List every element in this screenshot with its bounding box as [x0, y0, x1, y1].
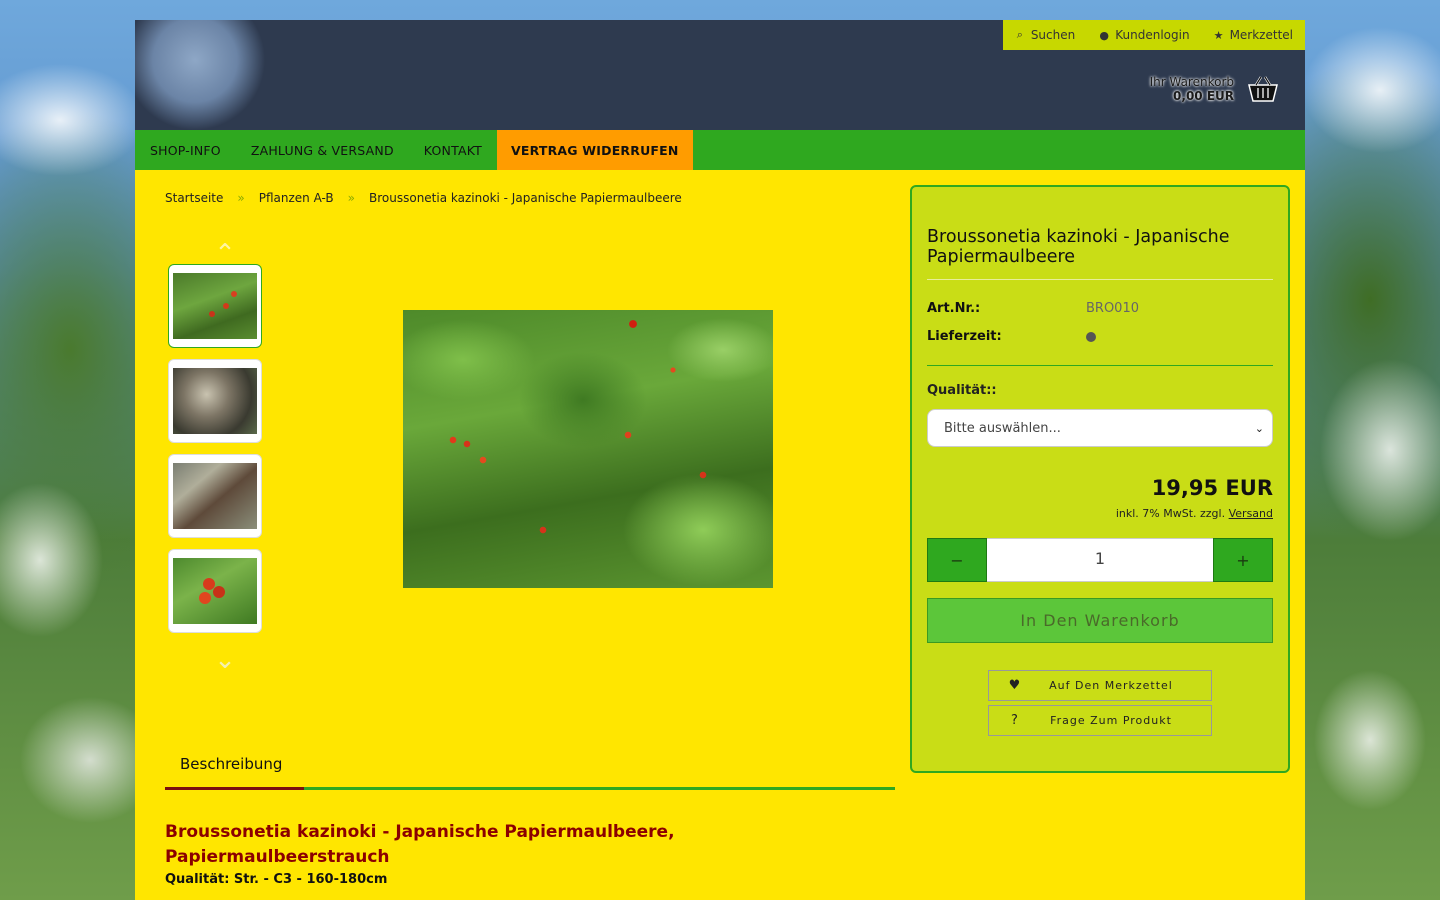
description-title: Broussonetia kazinoki - Japanische Papie… — [165, 822, 675, 867]
breadcrumb-separator: » — [347, 191, 355, 205]
basket-icon[interactable] — [1246, 74, 1280, 104]
product-main-image[interactable] — [403, 310, 773, 588]
chevron-down-icon: ⌄ — [1254, 421, 1264, 435]
tab-bar: Beschreibung — [165, 740, 895, 790]
quality-select[interactable]: Bitte auswählen... ⌄ — [927, 409, 1273, 447]
artnr-value: BRO010 — [1086, 301, 1139, 316]
tax-text: inkl. 7% MwSt. zzgl. — [1115, 507, 1226, 520]
breadcrumb-category[interactable]: Pflanzen A-B — [259, 191, 334, 205]
delivery-row: Lieferzeit: — [927, 329, 1096, 344]
thumbnail-1[interactable] — [168, 264, 262, 348]
thumbnail-list — [168, 264, 262, 644]
tab-description[interactable]: Beschreibung — [165, 740, 304, 790]
wishlist-button-label: Auf Den Merkzettel — [1049, 679, 1173, 692]
divider — [927, 365, 1273, 366]
cart-label: Ihr Warenkorb — [1149, 75, 1234, 89]
top-navigation: ⌕ Suchen ● Kundenlogin ★ Merkzettel — [1002, 20, 1305, 50]
description-quality: Qualität: Str. - C3 - 160-180cm — [165, 872, 388, 887]
user-icon: ● — [1099, 28, 1110, 42]
thumbnail-image — [173, 558, 257, 624]
quality-select-value: Bitte auswählen... — [944, 420, 1061, 436]
thumbnail-3[interactable] — [168, 454, 262, 538]
header-banner: ⌕ Suchen ● Kundenlogin ★ Merkzettel Ihr … — [135, 20, 1305, 130]
login-label: Kundenlogin — [1115, 28, 1190, 42]
nav-withdrawal[interactable]: Vertrag widerrufen — [496, 130, 693, 170]
minus-icon: − — [950, 550, 964, 570]
cart-sum: 0,00 EUR — [1173, 89, 1234, 103]
search-label: Suchen — [1030, 28, 1076, 42]
product-info-box: Broussonetia kazinoki - Japanische Papie… — [910, 185, 1290, 773]
thumbnail-image — [173, 463, 257, 529]
plus-icon: + — [1236, 550, 1250, 570]
question-icon: ? — [1011, 713, 1019, 728]
question-button-label: Frage Zum Produkt — [1050, 714, 1172, 727]
heart-icon: ♥ — [1008, 678, 1022, 693]
cart-summary[interactable]: Ihr Warenkorb 0,00 EUR — [1150, 74, 1280, 104]
search-link[interactable]: ⌕ Suchen — [1003, 20, 1087, 50]
star-icon: ★ — [1213, 28, 1224, 42]
wishlist-link[interactable]: ★ Merkzettel — [1202, 20, 1305, 50]
delivery-label: Lieferzeit: — [927, 329, 1002, 344]
chevron-down-icon[interactable]: ⌄ — [213, 644, 237, 676]
add-to-cart-button[interactable]: In Den Warenkorb — [927, 598, 1273, 643]
quantity-input[interactable]: 1 — [987, 538, 1213, 582]
thumbnail-image — [173, 273, 257, 339]
breadcrumb-separator: » — [237, 191, 245, 205]
thumbnail-2[interactable] — [168, 359, 262, 443]
nav-payment-shipping[interactable]: Zahlung & Versand — [236, 130, 409, 170]
nav-shop-info[interactable]: Shop-Info — [135, 130, 236, 170]
product-price: 19,95 EUR — [1151, 476, 1273, 500]
thumbnail-4[interactable] — [168, 549, 262, 633]
page-container: ⌕ Suchen ● Kundenlogin ★ Merkzettel Ihr … — [135, 20, 1305, 900]
tax-info: inkl. 7% MwSt. zzgl. Versand — [1116, 507, 1273, 520]
quantity-stepper: − 1 + — [927, 538, 1273, 582]
search-icon: ⌕ — [1016, 28, 1023, 41]
delivery-status-icon — [1086, 332, 1096, 342]
breadcrumb: Startseite » Pflanzen A-B » Broussonetia… — [165, 191, 682, 205]
artnr-label: Art.Nr.: — [927, 301, 981, 316]
quality-label: Qualität:: — [927, 383, 997, 398]
add-to-wishlist-button[interactable]: ♥ Auf Den Merkzettel — [988, 670, 1212, 701]
breadcrumb-home[interactable]: Startseite — [165, 191, 223, 205]
breadcrumb-current: Broussonetia kazinoki - Japanische Papie… — [369, 191, 682, 205]
main-navigation: Shop-Info Zahlung & Versand Kontakt Vert… — [135, 130, 1305, 170]
increase-button[interactable]: + — [1213, 538, 1273, 582]
artnr-row: Art.Nr.: BRO010 — [927, 301, 1139, 316]
product-question-button[interactable]: ? Frage Zum Produkt — [988, 705, 1212, 736]
login-link[interactable]: ● Kundenlogin — [1087, 20, 1201, 50]
wishlist-label: Merkzettel — [1229, 28, 1293, 42]
decrease-button[interactable]: − — [927, 538, 987, 582]
nav-contact[interactable]: Kontakt — [409, 130, 497, 170]
product-title: Broussonetia kazinoki - Japanische Papie… — [927, 227, 1230, 267]
divider — [927, 279, 1273, 280]
thumbnail-image — [173, 368, 257, 434]
shipping-link[interactable]: Versand — [1229, 507, 1273, 520]
